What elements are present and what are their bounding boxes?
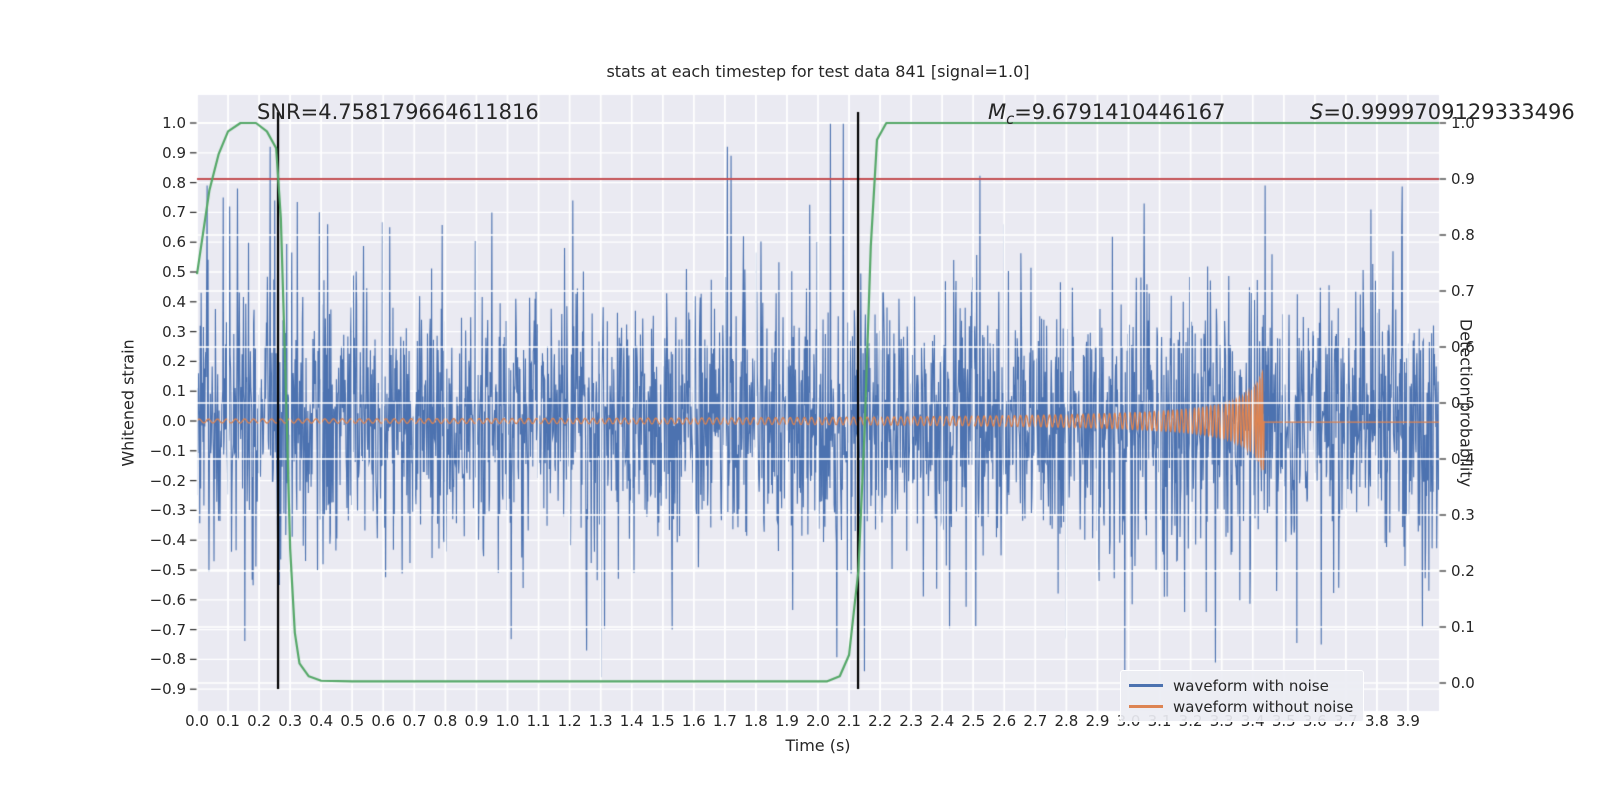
x-tick-label: 2.5 — [961, 712, 986, 730]
y-left-tick-label: 0.6 — [162, 233, 186, 252]
x-axis-label: Time (s) — [785, 736, 851, 755]
y-right-tick-label: 0.6 — [1451, 338, 1475, 356]
y-right-tick-label: 0.5 — [1451, 394, 1475, 412]
legend-rows: waveform with noise waveform without nois… — [1129, 675, 1353, 717]
x-tick-label: 1.1 — [526, 712, 551, 730]
x-tick-label: 2.3 — [899, 712, 924, 730]
legend-item: waveform without noise — [1129, 696, 1353, 717]
s-statistic-annotation: S=0.9999709129333496 — [1310, 100, 1575, 124]
y-left-tick-label: 0.8 — [162, 173, 186, 192]
y-left-tick-label: −0.8 — [149, 650, 186, 669]
x-tick-label: 0.2 — [247, 712, 272, 730]
x-tick-label: 1.8 — [743, 712, 768, 730]
y-left-tick-label: 1.0 — [162, 114, 186, 132]
y-left-tick-label: −0.1 — [149, 441, 186, 460]
x-tick-label: 0.0 — [185, 712, 209, 730]
x-tick-label: 3.9 — [1396, 712, 1420, 730]
x-tick-label: 2.9 — [1085, 712, 1110, 730]
y-axis-label-left: Whitened strain — [118, 339, 138, 467]
chirp-mass-annotation: Mc=9.6791410446167 — [988, 100, 1226, 128]
x-tick-label: 2.0 — [806, 712, 830, 730]
y-right-tick-label: 0.9 — [1451, 170, 1475, 188]
x-tick-label: 1.2 — [557, 712, 582, 730]
x-tick-label: 3.8 — [1364, 712, 1389, 730]
x-tick-label: 2.6 — [992, 712, 1017, 730]
snr-annotation-text: SNR=4.758179664611816 — [257, 100, 539, 124]
x-tick-label: 1.3 — [588, 712, 613, 730]
y-left-tick-label: −0.9 — [149, 680, 186, 699]
s-statistic-symbol: S — [1310, 100, 1324, 124]
x-tick-label: 1.7 — [712, 712, 737, 730]
s-statistic-value: =0.9999709129333496 — [1323, 100, 1575, 124]
x-tick-label: 0.4 — [309, 712, 334, 730]
legend-item-label: waveform with noise — [1173, 676, 1329, 695]
y-right-tick-label: 0.7 — [1451, 282, 1475, 300]
x-tick-label: 1.0 — [495, 712, 520, 730]
x-tick-label: 1.4 — [619, 712, 644, 730]
y-left-tick-label: −0.6 — [149, 590, 186, 609]
chart-title: stats at each timestep for test data 841… — [606, 62, 1030, 81]
y-right-tick-label: 1.0 — [1451, 114, 1475, 132]
x-tick-label: 0.9 — [464, 712, 489, 730]
x-tick-label: 2.7 — [1023, 712, 1048, 730]
y-left-tick-label: 0.1 — [162, 382, 186, 401]
x-tick-label: 1.6 — [681, 712, 706, 730]
y-right-tick-label: 0.4 — [1451, 450, 1475, 468]
y-right-tick-label: 0.3 — [1451, 506, 1475, 524]
y-left-tick-label: 0.7 — [162, 203, 186, 222]
x-tick-label: 0.1 — [216, 712, 240, 730]
x-tick-label: 0.6 — [371, 712, 396, 730]
x-tick-label: 0.3 — [278, 712, 303, 730]
legend-item: waveform with noise — [1129, 675, 1353, 696]
figure: stats at each timestep for test data 841… — [0, 0, 1600, 800]
y-left-tick-label: 0.0 — [162, 412, 186, 430]
x-tick-label: 2.1 — [837, 712, 861, 730]
y-left-tick-label: 0.9 — [162, 143, 186, 162]
legend-item-label: waveform without noise — [1173, 697, 1354, 716]
snr-annotation: SNR=4.758179664611816 — [257, 100, 539, 124]
y-left-tick-label: 0.5 — [162, 263, 186, 281]
chirp-mass-symbol: M — [988, 100, 1007, 124]
x-tick-label: 1.9 — [775, 712, 799, 730]
x-tick-label: 1.5 — [650, 712, 675, 730]
legend-line-swatch — [1129, 705, 1163, 708]
y-left-tick-label: −0.7 — [149, 620, 186, 639]
y-left-tick-label: −0.3 — [149, 501, 186, 520]
y-right-tick-label: 0.2 — [1451, 562, 1475, 580]
x-tick-label: 0.7 — [402, 712, 427, 730]
x-tick-label: 0.8 — [433, 712, 458, 730]
y-left-tick-label: −0.2 — [149, 471, 186, 490]
y-left-tick-label: 0.2 — [162, 352, 186, 371]
y-right-tick-label: 0.0 — [1451, 674, 1475, 692]
x-tick-label: 2.2 — [868, 712, 893, 730]
legend-line-swatch — [1129, 684, 1163, 687]
chirp-mass-value: =9.6791410446167 — [1014, 100, 1226, 124]
x-tick-label: 0.5 — [340, 712, 365, 730]
x-tick-label: 2.8 — [1054, 712, 1079, 730]
legend: waveform with noise waveform without nois… — [1120, 670, 1365, 722]
y-left-tick-label: 0.3 — [162, 322, 186, 341]
y-left-tick-label: −0.5 — [149, 561, 186, 579]
y-left-tick-label: 0.4 — [162, 292, 186, 311]
x-tick-label: 2.4 — [930, 712, 955, 730]
chirp-mass-subscript: c — [1006, 111, 1015, 129]
y-right-tick-label: 0.1 — [1451, 618, 1475, 636]
y-right-tick-label: 0.8 — [1451, 226, 1475, 244]
y-left-tick-label: −0.4 — [149, 531, 186, 550]
